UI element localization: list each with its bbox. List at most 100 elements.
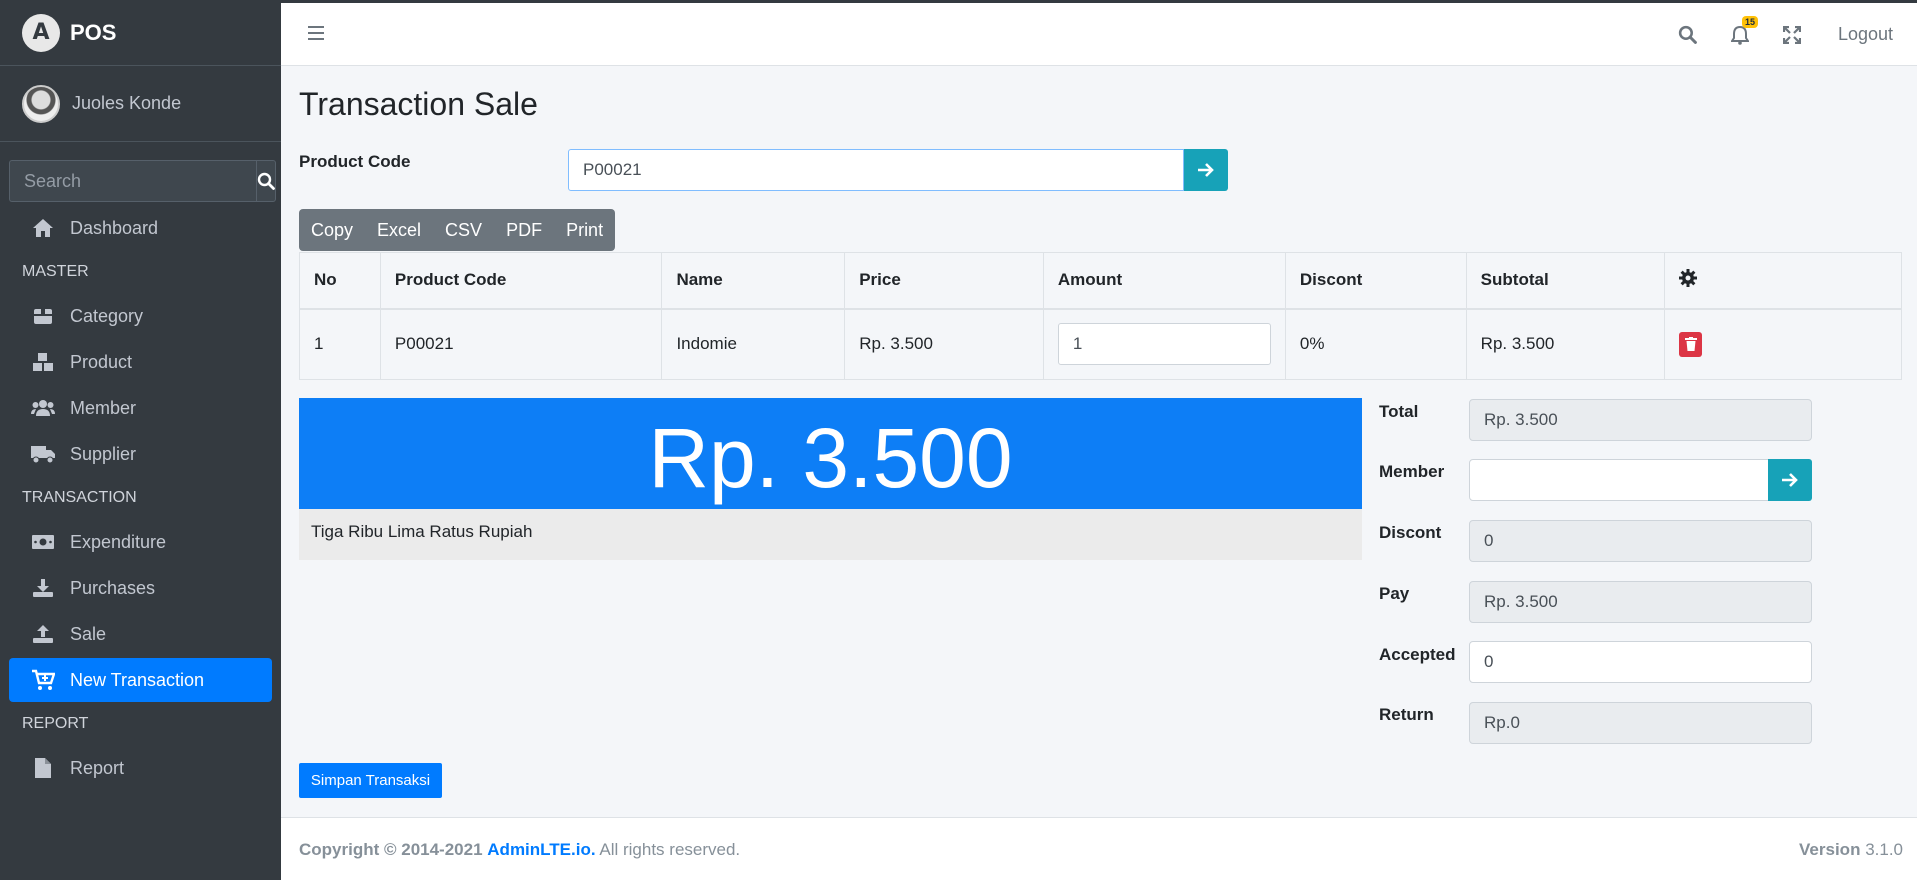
cart-plus-icon [30,669,56,691]
col-header-discount[interactable]: Discont [1284,252,1467,310]
total-in-words: Tiga Ribu Lima Ratus Rupiah [299,509,1362,560]
copyright-text: Copyright © 2014-2021 [299,840,483,859]
cell-actions [1664,308,1902,380]
adminlte-link[interactable]: AdminLTE.io. [487,840,595,859]
total-label: Total [1379,402,1419,421]
pay-label: Pay [1379,584,1410,603]
sidebar-header-master: MASTER [22,263,89,280]
sidebar-item-dashboard[interactable]: Dashboard [9,206,272,250]
cell-subtotal: Rp. 3.500 [1465,308,1666,380]
print-button[interactable]: Print [554,209,615,251]
version-label: Version [1799,840,1861,859]
discount-field: 0 [1469,520,1812,562]
sidebar-menu: Dashboard MASTER Category Product Member… [0,206,281,790]
sidebar-item-label: Category [70,305,144,326]
arrow-right-icon [1198,163,1214,177]
discount-label: Discont [1379,523,1442,542]
home-icon [30,218,56,238]
cell-name: Indomie [661,308,846,380]
sidebar-item-expenditure[interactable]: Expenditure [9,520,272,564]
excel-button[interactable]: Excel [365,209,433,251]
brand-logo-letter: A [32,20,50,45]
member-search-button[interactable] [1768,459,1812,501]
money-icon [30,534,56,550]
sidebar-item-label: New Transaction [70,669,205,690]
cube-icon [30,306,56,326]
copy-button[interactable]: Copy [299,209,365,251]
fullscreen-button[interactable] [1766,25,1818,44]
table-header-row: No Product Code Name Price Amount Discon… [299,252,1902,310]
brand-link[interactable]: A POS [0,0,281,66]
user-panel[interactable]: Juoles Konde [0,66,281,142]
sidebar-header-report: REPORT [22,715,89,732]
export-button-group: Copy Excel CSV PDF Print [299,209,616,251]
col-header-product-code[interactable]: Product Code [379,252,663,310]
product-code-input[interactable] [568,149,1184,191]
bell-icon [1730,25,1749,45]
upload-icon [30,624,56,644]
col-header-subtotal[interactable]: Subtotal [1465,252,1666,310]
users-icon [30,399,56,417]
col-header-price[interactable]: Price [844,252,1044,310]
return-field: Rp.0 [1469,702,1812,744]
avatar [22,84,60,123]
cubes-icon [30,352,56,372]
page-title: Transaction Sale [299,86,538,122]
gear-icon [1679,268,1698,287]
sidebar-item-new-transaction[interactable]: New Transaction [9,658,272,702]
footer-copyright: Copyright © 2014-2021 AdminLTE.io. All r… [299,840,740,860]
product-search-button[interactable] [1184,149,1228,191]
save-transaction-button[interactable]: Simpan Transaksi [299,763,442,798]
sidebar-item-label: Product [70,351,133,372]
truck-icon [30,444,56,464]
sidebar-search-button[interactable] [256,160,276,202]
cell-no: 1 [299,308,381,380]
return-label: Return [1379,705,1434,724]
csv-button[interactable]: CSV [433,209,494,251]
notifications-button[interactable]: 15 [1714,15,1766,45]
sidebar-item-member[interactable]: Member [9,386,272,430]
sidebar-item-label: Expenditure [70,531,167,552]
footer: Copyright © 2014-2021 AdminLTE.io. All r… [281,817,1917,880]
trash-icon [1684,337,1697,352]
sidebar-search-input[interactable] [9,160,256,202]
top-navbar: 15 Logout [281,3,1917,66]
arrow-right-icon [1782,473,1798,487]
sidebar-item-label: Dashboard [70,217,159,238]
sidebar-item-product[interactable]: Product [9,340,272,384]
delete-row-button[interactable] [1679,331,1703,357]
accepted-label: Accepted [1379,645,1456,664]
sidebar-item-sale[interactable]: Sale [9,612,272,656]
col-header-no[interactable]: No [299,252,381,310]
notification-badge: 15 [1741,15,1758,28]
total-display: Rp. 3.500 [299,398,1362,509]
navbar-search-button[interactable] [1662,25,1714,44]
transaction-table: No Product Code Name Price Amount Discon… [299,252,1902,380]
sidebar-search [9,160,276,202]
cell-price: Rp. 3.500 [844,308,1044,380]
sidebar-item-report[interactable]: Report [9,746,272,790]
menu-toggle-button[interactable] [308,25,326,46]
sidebar-item-category[interactable]: Category [9,294,272,338]
accepted-input[interactable] [1469,641,1812,683]
cell-discount: 0% [1284,308,1467,380]
col-header-name[interactable]: Name [661,252,846,310]
sidebar-item-supplier[interactable]: Supplier [9,432,272,476]
col-header-actions [1664,252,1902,310]
brand-logo: A [22,13,60,52]
col-header-amount[interactable]: Amount [1042,252,1286,310]
sidebar-item-purchases[interactable]: Purchases [9,566,272,610]
sidebar-item-label: Member [70,397,137,418]
sidebar-item-label: Purchases [70,577,156,598]
product-code-label: Product Code [299,152,411,171]
logout-link[interactable]: Logout [1838,24,1893,45]
amount-input[interactable] [1057,323,1271,366]
brand-name: POS [70,19,117,45]
hamburger-icon [308,26,324,40]
search-icon [257,172,275,190]
member-input[interactable] [1469,459,1769,501]
sidebar-item-label: Supplier [70,443,137,464]
expand-icon [1782,25,1801,44]
pay-field: Rp. 3.500 [1469,581,1812,623]
pdf-button[interactable]: PDF [494,209,554,251]
